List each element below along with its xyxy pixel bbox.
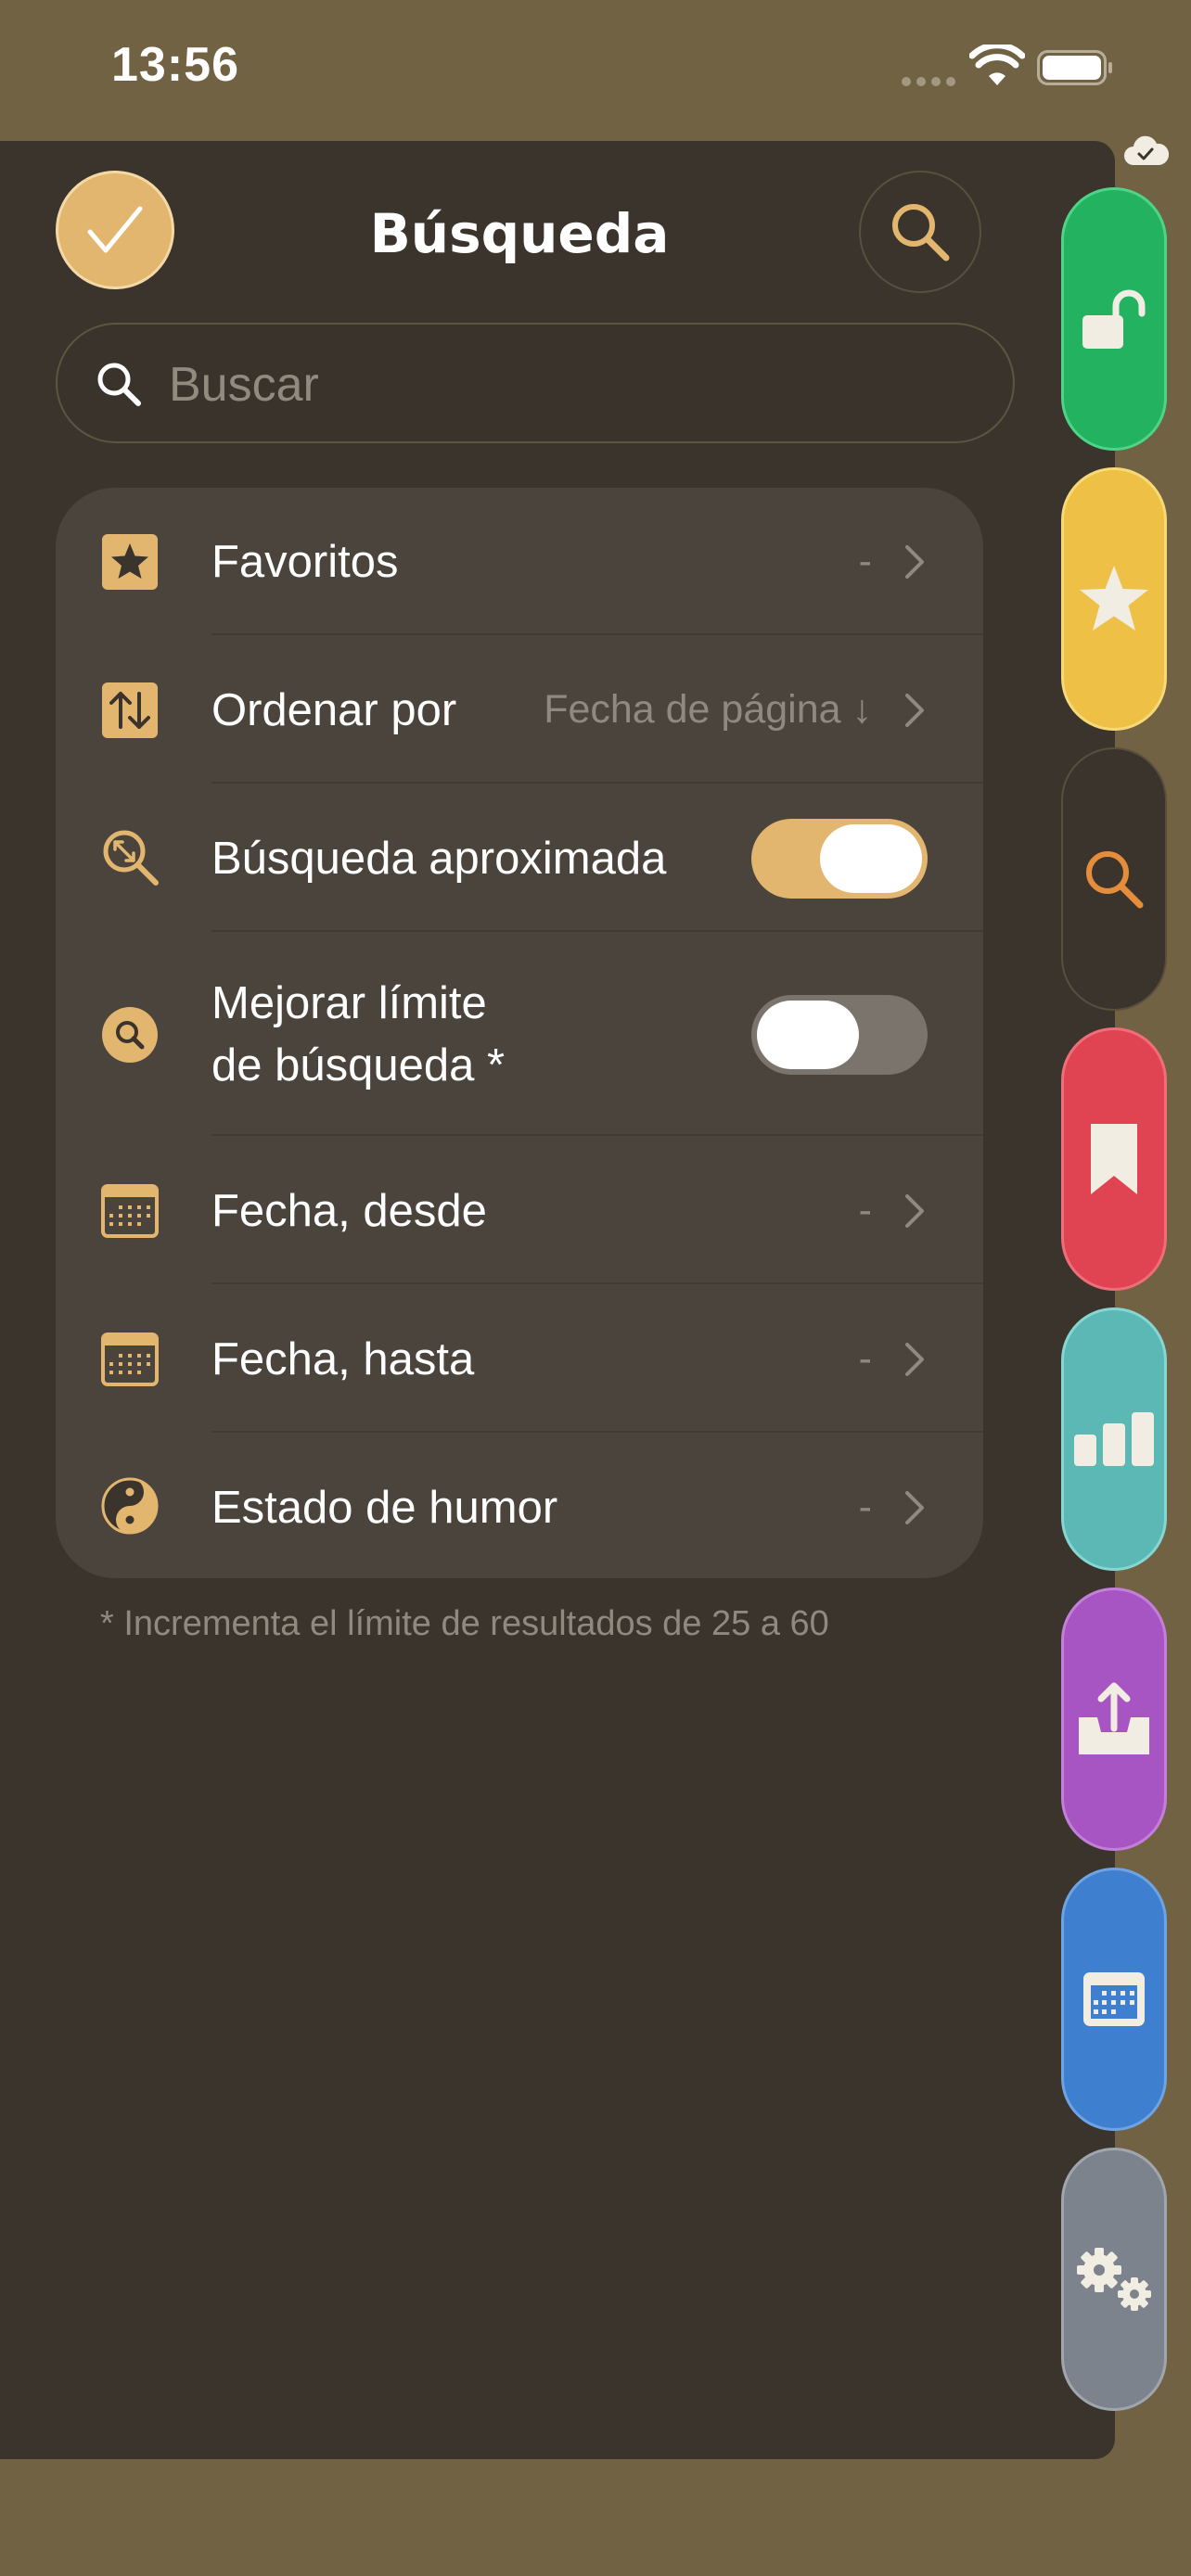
date-from-row[interactable]: Fecha, desde -: [56, 1137, 983, 1285]
export-icon: [1079, 1682, 1149, 1754]
fuzzy-search-toggle[interactable]: [751, 819, 928, 899]
chevron-right-icon: [905, 1194, 924, 1228]
date-from-label: Fecha, desde: [211, 1186, 487, 1236]
star-icon: [1080, 566, 1148, 631]
search-circle-icon: [102, 1007, 158, 1063]
divider: [211, 782, 983, 784]
divider: [211, 1431, 983, 1433]
fuzzy-search-label: Búsqueda aproximada: [211, 834, 667, 884]
search-field[interactable]: [56, 323, 1015, 443]
status-time: 13:56: [111, 38, 239, 92]
chevron-right-icon: [905, 1343, 924, 1376]
calendar-icon: [101, 1333, 159, 1386]
sort-icon: [102, 682, 158, 738]
improve-limit-label-line2: de búsqueda *: [211, 1040, 506, 1090]
unlock-icon: [1082, 289, 1146, 349]
date-from-value: -: [858, 1188, 872, 1232]
search-action-button[interactable]: [859, 171, 981, 293]
search-input[interactable]: [167, 349, 968, 421]
side-tab-search[interactable]: [1061, 747, 1167, 1011]
improve-limit-label-line1: Mejorar límite: [211, 978, 487, 1028]
status-bar: 13:56: [0, 0, 1191, 139]
search-icon: [1086, 851, 1144, 909]
signal-dots-icon: [902, 74, 961, 91]
favorites-row[interactable]: Favoritos -: [56, 488, 983, 636]
options-card: Favoritos - Ordenar por Fecha de página …: [56, 488, 983, 1578]
favorites-label: Favoritos: [211, 537, 399, 587]
date-to-row[interactable]: Fecha, hasta -: [56, 1285, 983, 1434]
side-tab-export[interactable]: [1061, 1588, 1167, 1851]
mood-label: Estado de humor: [211, 1483, 558, 1533]
cloud-sync-icon: [1124, 135, 1169, 165]
battery-icon: [1037, 50, 1112, 85]
side-tab-unlock[interactable]: [1061, 187, 1167, 451]
gears-icon: [1077, 2248, 1151, 2311]
calendar-icon: [101, 1184, 159, 1238]
side-tab-settings[interactable]: [1061, 2148, 1167, 2411]
sort-label: Ordenar por: [211, 685, 457, 735]
improve-limit-row: Mejorar límite de búsqueda *: [56, 933, 983, 1137]
bookmark-icon: [1091, 1124, 1137, 1194]
yin-yang-icon: [101, 1477, 159, 1535]
date-to-label: Fecha, hasta: [211, 1334, 475, 1384]
side-tab-favorites[interactable]: [1061, 467, 1167, 731]
divider: [211, 1134, 983, 1136]
chevron-right-icon: [905, 545, 924, 579]
toggle-knob: [757, 1001, 859, 1069]
mood-row[interactable]: Estado de humor -: [56, 1434, 983, 1578]
fuzzy-search-icon: [103, 830, 159, 886]
chevron-right-icon: [905, 1491, 924, 1524]
divider: [211, 930, 983, 932]
favorites-value: -: [858, 539, 872, 583]
sort-row[interactable]: Ordenar por Fecha de página ↓: [56, 636, 983, 784]
search-icon: [892, 204, 950, 261]
divider: [211, 633, 983, 635]
side-tab-calendar[interactable]: [1061, 1868, 1167, 2131]
fuzzy-search-row: Búsqueda aproximada: [56, 784, 983, 933]
star-icon: [102, 534, 158, 590]
side-tab-bookmarks[interactable]: [1061, 1027, 1167, 1291]
chevron-right-icon: [905, 694, 924, 727]
sort-value: Fecha de página ↓: [544, 687, 872, 732]
improve-limit-toggle[interactable]: [751, 995, 928, 1075]
divider: [211, 1282, 983, 1284]
side-tab-statistics[interactable]: [1061, 1307, 1167, 1571]
mood-value: -: [858, 1485, 872, 1529]
toggle-knob: [820, 824, 922, 893]
footnote: * Incrementa el límite de resultados de …: [100, 1604, 829, 1643]
wifi-icon: [969, 45, 1025, 85]
calendar-icon: [1083, 1972, 1145, 2026]
search-icon: [97, 363, 141, 406]
date-to-value: -: [858, 1336, 872, 1381]
bar-chart-icon: [1074, 1412, 1154, 1466]
